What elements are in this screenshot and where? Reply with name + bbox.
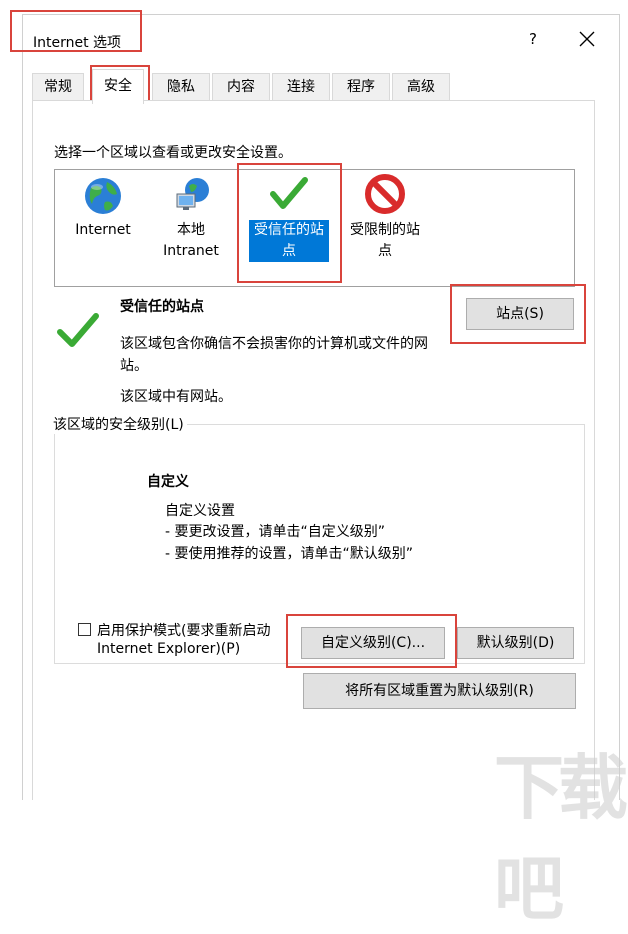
zone-internet-label-text: Internet [75,222,131,238]
tab-connections[interactable]: 连接 [272,73,330,100]
security-level-name: 自定义 [147,474,189,490]
zone-restricted-sites[interactable]: 受限制的站 点 [345,170,425,280]
watermark-logo: 下载吧 [494,747,628,930]
tab-general[interactable]: 常规 [32,73,84,100]
tab-content[interactable]: 内容 [212,73,270,100]
zone-restricted-sites-line2: 点 [378,243,392,259]
globe-icon [85,178,121,214]
security-level-line3: - 要使用推荐的设置，请单击“默认级别” [165,546,414,562]
tab-programs[interactable]: 程序 [332,73,390,100]
zone-trusted-sites-line2: 点 [282,243,296,259]
security-level-group-title: 该区域的安全级别(L) [50,414,187,434]
zone-instruction: 选择一个区域以查看或更改安全设置。 [54,145,292,161]
green-checkmark-icon [270,177,308,209]
zone-internet[interactable]: Internet [63,170,143,280]
zone-trusted-sites-line1: 受信任的站 [254,222,324,238]
zone-local-intranet-label: 本地 Intranet [151,220,231,262]
tab-advanced[interactable]: 高级 [392,73,450,100]
zone-local-intranet-line2: Intranet [163,243,219,259]
zone-status: 该区域中有网站。 [120,389,232,405]
default-level-button[interactable]: 默认级别(D) [457,627,574,659]
zone-local-intranet[interactable]: 本地 Intranet [151,170,231,280]
close-button[interactable] [575,27,599,51]
close-icon [579,31,595,47]
zone-internet-label: Internet [63,220,143,241]
protected-mode-checkbox[interactable] [78,623,91,636]
local-intranet-icon [176,178,209,210]
zone-local-intranet-line1: 本地 [177,222,205,238]
zone-restricted-sites-line1: 受限制的站 [350,222,420,238]
zone-trusted-sites[interactable]: 受信任的站 点 [249,170,329,280]
security-level-line1: 自定义设置 [165,503,235,519]
security-level-line2: - 要更改设置，请单击“自定义级别” [165,524,386,540]
zone-restricted-sites-label: 受限制的站 点 [345,220,425,262]
zone-description-line2: 站。 [120,358,148,374]
zone-trusted-sites-label: 受信任的站 点 [249,220,329,262]
help-button[interactable]: ? [523,29,543,49]
tab-privacy[interactable]: 隐私 [152,73,210,100]
sites-button[interactable]: 站点(S) [466,298,574,330]
trusted-sites-checkmark-icon [57,313,99,347]
title-bar: Internet 选项 ? [23,15,619,65]
zone-list: Internet 本地 Intranet 受信任的站 点 受限制的站 点 [54,169,575,287]
restricted-icon [365,174,405,214]
zone-description-line1: 该区域包含你确信不会损害你的计算机或文件的网 [120,336,428,352]
selected-zone-name: 受信任的站点 [120,299,204,315]
protected-mode-label-line1: 启用保护模式(要求重新启动 [97,623,271,639]
tab-security[interactable]: 安全 [92,69,144,104]
window-title: Internet 选项 [33,35,122,51]
custom-level-button[interactable]: 自定义级别(C)... [301,627,445,659]
protected-mode-label-line2: Internet Explorer)(P) [97,641,241,657]
reset-all-zones-button[interactable]: 将所有区域重置为默认级别(R) [303,673,576,709]
